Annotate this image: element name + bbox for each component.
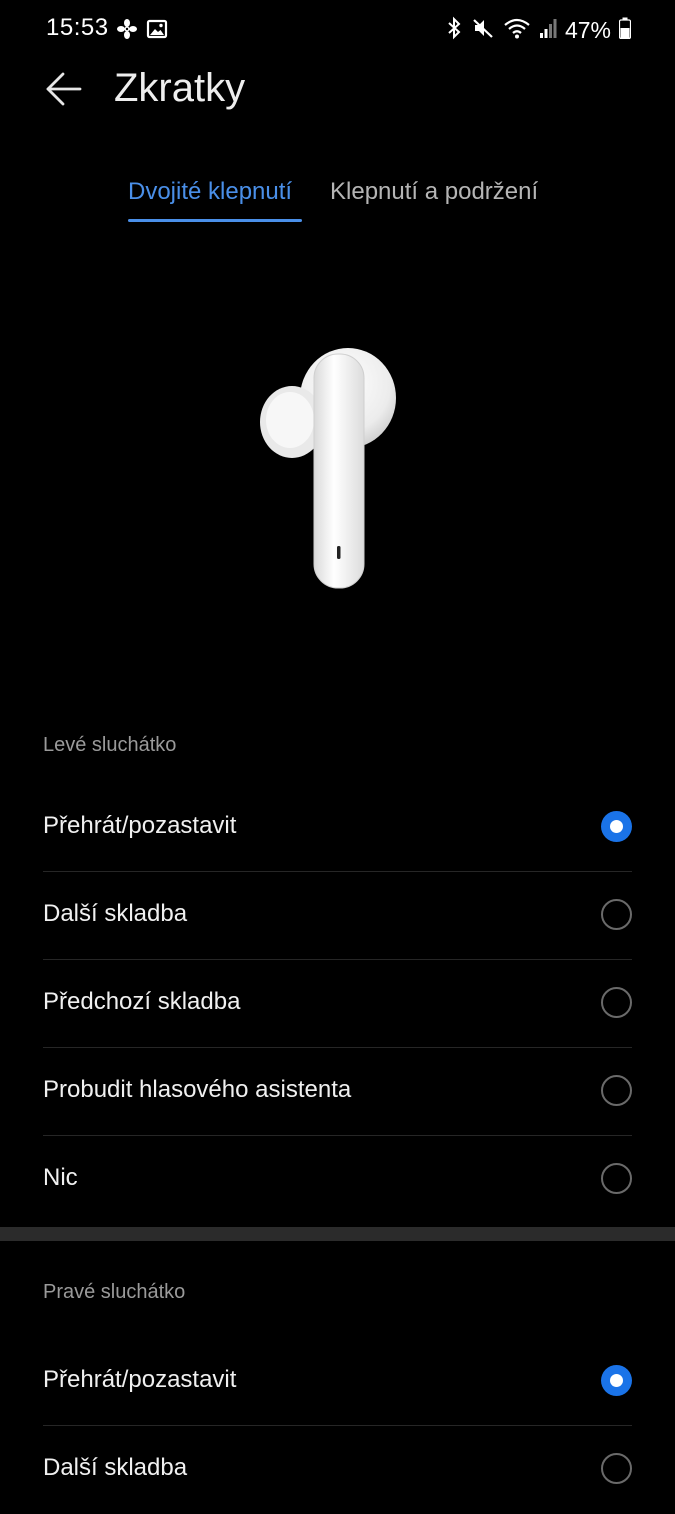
radio-button-selected[interactable] xyxy=(601,811,632,842)
section-separator xyxy=(0,1227,675,1241)
option-label: Další skladba xyxy=(43,900,188,927)
fan-icon xyxy=(116,18,138,45)
mute-icon xyxy=(471,16,495,45)
bluetooth-icon xyxy=(445,16,463,45)
status-left-icons xyxy=(116,18,168,45)
radio-button[interactable] xyxy=(601,899,632,930)
app-bar: Zkratky xyxy=(0,60,675,124)
right-option-play-pause[interactable]: Přehrát/pozastavit xyxy=(43,1338,632,1426)
radio-button[interactable] xyxy=(601,987,632,1018)
battery-percent: 47% xyxy=(564,17,611,43)
tab-indicator xyxy=(128,219,302,222)
option-label: Přehrát/pozastavit xyxy=(43,1366,237,1393)
status-time: 15:53 xyxy=(46,14,109,41)
earbud-image xyxy=(250,340,410,600)
section-left-earbud-title: Levé sluchátko xyxy=(43,734,177,756)
wifi-icon xyxy=(503,16,531,45)
radio-button-selected[interactable] xyxy=(601,1365,632,1396)
battery-icon xyxy=(618,17,632,44)
tab-bar: Dvojité klepnutí Klepnutí a podržení xyxy=(0,178,675,228)
right-option-next-track[interactable]: Další skladba xyxy=(43,1426,632,1514)
option-label: Probudit hlasového asistenta xyxy=(43,1076,352,1103)
option-label: Přehrát/pozastavit xyxy=(43,812,237,839)
left-option-previous-track[interactable]: Předchozí skladba xyxy=(43,960,632,1048)
status-bar: 15:53 47% xyxy=(0,0,675,60)
radio-button[interactable] xyxy=(601,1163,632,1194)
section-right-earbud-title: Pravé sluchátko xyxy=(43,1281,186,1303)
tab-tap-and-hold[interactable]: Klepnutí a podržení xyxy=(330,178,538,216)
option-label: Další skladba xyxy=(43,1454,188,1481)
signal-icon xyxy=(539,17,557,44)
left-option-voice-assistant[interactable]: Probudit hlasového asistenta xyxy=(43,1048,632,1136)
page-title: Zkratky xyxy=(114,66,246,110)
back-button[interactable] xyxy=(40,68,86,114)
option-label: Nic xyxy=(43,1164,78,1191)
radio-button[interactable] xyxy=(601,1453,632,1484)
left-option-next-track[interactable]: Další skladba xyxy=(43,872,632,960)
tab-double-tap[interactable]: Dvojité klepnutí xyxy=(128,178,292,216)
arrow-left-icon xyxy=(43,71,83,112)
radio-button[interactable] xyxy=(601,1075,632,1106)
left-option-nothing[interactable]: Nic xyxy=(43,1136,632,1224)
option-label: Předchozí skladba xyxy=(43,988,241,1015)
left-option-play-pause[interactable]: Přehrát/pozastavit xyxy=(43,784,632,872)
image-icon xyxy=(146,18,168,45)
status-right: 47% xyxy=(445,16,632,45)
